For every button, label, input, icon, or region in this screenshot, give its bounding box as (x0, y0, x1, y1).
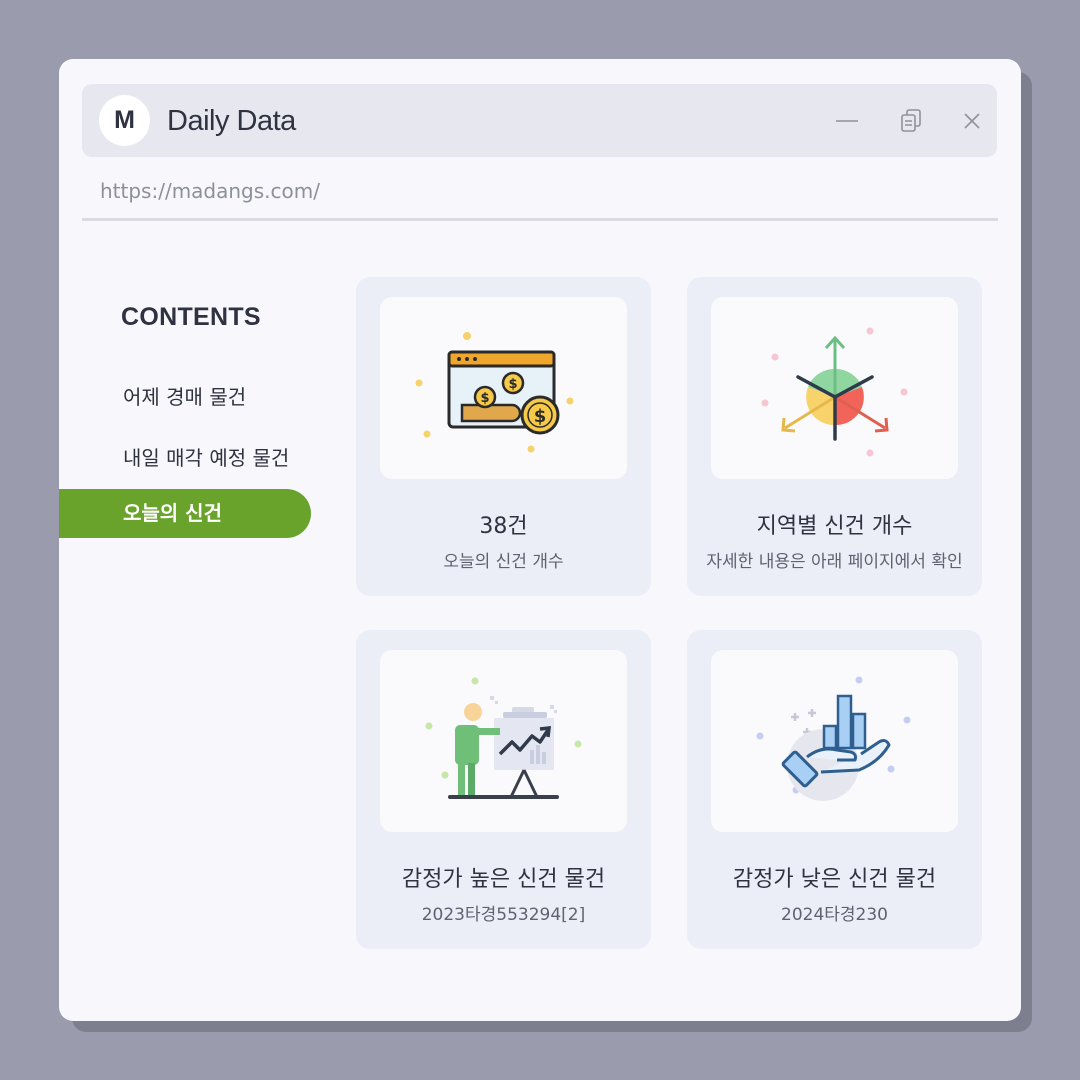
svg-text:$: $ (480, 391, 489, 406)
restore-button[interactable] (896, 106, 926, 136)
url-text[interactable]: https://madangs.com/ (100, 176, 320, 206)
card-subtitle: 오늘의 신건 개수 (443, 552, 564, 572)
app-logo: M (99, 95, 150, 146)
hand-bar-chart-icon (756, 676, 911, 801)
card-icon-box (711, 650, 958, 832)
nav-item-yesterday-auction[interactable]: 어제 경매 물건 (123, 381, 246, 410)
card-subtitle: 2024타경230 (781, 905, 888, 925)
url-divider (82, 218, 998, 221)
close-button[interactable] (957, 106, 987, 136)
card-today-count[interactable]: $ $ $ 38건 오늘의 신건 개수 (356, 277, 651, 596)
card-title: 38건 (479, 514, 528, 539)
card-title: 감정가 높은 신건 물건 (401, 867, 606, 892)
card-icon-box: $ $ $ (380, 297, 627, 479)
app-title: Daily Data (167, 105, 296, 137)
nav-item-today-new[interactable]: 오늘의 신건 (59, 489, 311, 538)
card-title: 감정가 낮은 신건 물건 (732, 867, 937, 892)
minimize-icon (836, 120, 858, 122)
money-browser-icon: $ $ $ (415, 332, 574, 453)
distribution-arrows-icon (761, 327, 908, 457)
card-subtitle: 자세한 내용은 아래 페이지에서 확인 (706, 552, 963, 572)
title-bar: M Daily Data (82, 84, 997, 157)
svg-text:$: $ (534, 406, 547, 427)
card-icon-box (380, 650, 627, 832)
card-high-appraisal[interactable]: 감정가 높은 신건 물건 2023타경553294[2] (356, 630, 651, 949)
nav-item-tomorrow-sale[interactable]: 내일 매각 예정 물건 (123, 442, 289, 471)
minimize-button[interactable] (832, 106, 862, 136)
app-window: M Daily Data https://madangs.com/ CONTEN… (59, 59, 1021, 1021)
card-icon-box (711, 297, 958, 479)
nav-item-today-new-label: 오늘의 신건 (123, 501, 222, 525)
card-low-appraisal[interactable]: 감정가 낮은 신건 물건 2024타경230 (687, 630, 982, 949)
restore-icon (901, 109, 921, 132)
presentation-chart-icon (425, 677, 582, 799)
card-subtitle: 2023타경553294[2] (421, 905, 586, 925)
card-region-count[interactable]: 지역별 신건 개수 자세한 내용은 아래 페이지에서 확인 (687, 277, 982, 596)
close-icon (964, 113, 980, 129)
svg-text:$: $ (508, 377, 517, 392)
sidebar-title: CONTENTS (121, 303, 261, 331)
card-title: 지역별 신건 개수 (756, 514, 913, 539)
